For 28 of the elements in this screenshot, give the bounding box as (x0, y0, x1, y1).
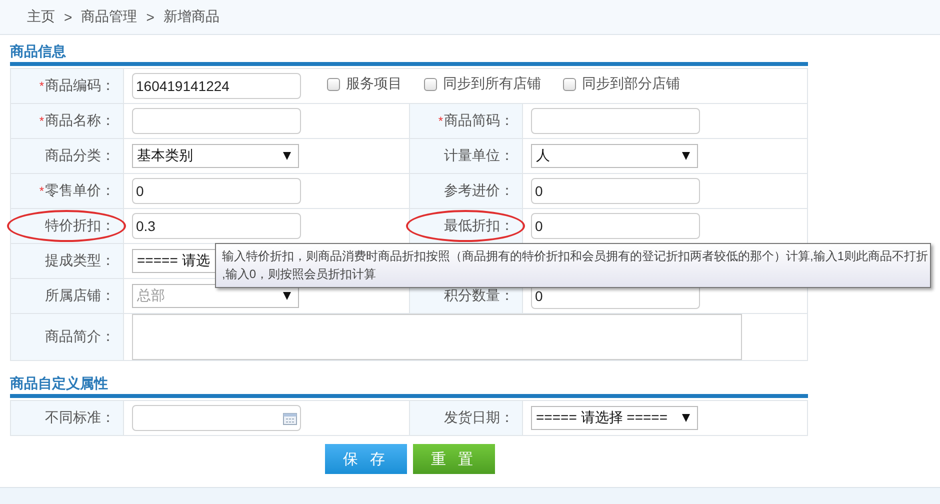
field-label: 商品编码： (45, 77, 115, 95)
required-mark: * (39, 184, 44, 198)
checkbox-label: 服务项目 (346, 75, 402, 93)
breadcrumb-separator: > (146, 9, 154, 25)
field-label: 特价折扣： (45, 217, 115, 235)
breadcrumb-separator: > (64, 9, 72, 25)
required-mark: * (39, 79, 44, 93)
breadcrumb-item: 新增商品 (163, 8, 220, 26)
field-label: 商品名称： (45, 112, 115, 130)
field-label: 零售单价： (45, 182, 115, 200)
field-label: 所属店铺： (45, 287, 115, 305)
field-label: 参考进价： (444, 182, 514, 200)
field-label: 计量单位： (444, 147, 514, 165)
section-title: 商品信息 (10, 42, 66, 61)
field-label: 商品简码： (444, 112, 514, 130)
field-label: 商品分类： (45, 147, 115, 165)
field-label: 最低折扣： (444, 217, 514, 235)
field-label: 发货日期： (444, 409, 514, 427)
field-label: 商品简介： (45, 328, 115, 346)
checkbox-label: 同步到所有店铺 (443, 75, 541, 93)
field-label: 提成类型： (45, 252, 115, 270)
field-label: 不同标准： (45, 409, 115, 427)
checkbox-label: 同步到部分店铺 (582, 75, 680, 93)
tooltip-text: ,输入0，则按照会员折扣计算 (222, 266, 378, 283)
section-title: 商品自定义属性 (10, 374, 108, 393)
required-mark: * (39, 114, 44, 128)
field-label: 积分数量： (444, 287, 514, 305)
required-mark: * (438, 114, 443, 128)
